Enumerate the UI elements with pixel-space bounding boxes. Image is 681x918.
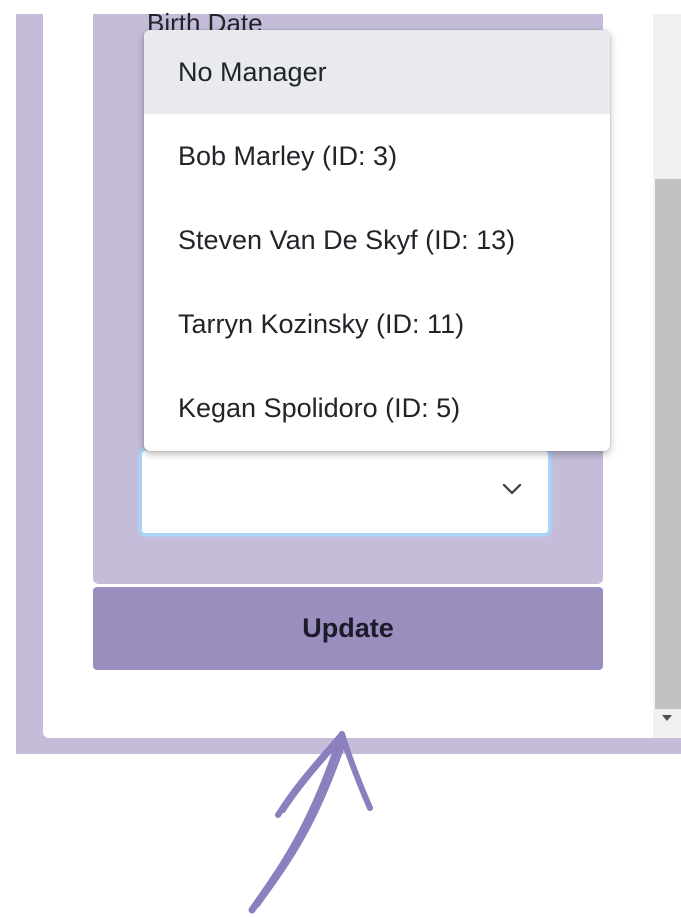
scroll-thumb[interactable] (655, 179, 681, 709)
option-no-manager[interactable]: No Manager (144, 30, 610, 114)
manager-dropdown-list: No Manager Bob Marley (ID: 3) Steven Van… (144, 30, 610, 451)
chevron-down-icon (502, 483, 522, 495)
option-tarryn-kozinsky[interactable]: Tarryn Kozinsky (ID: 11) (144, 282, 610, 366)
scrollbar[interactable] (653, 14, 681, 738)
manager-select[interactable] (139, 448, 551, 536)
option-bob-marley[interactable]: Bob Marley (ID: 3) (144, 114, 610, 198)
option-steven-van-de-skyf[interactable]: Steven Van De Skyf (ID: 13) (144, 198, 610, 282)
update-button[interactable]: Update (93, 587, 603, 670)
hand-drawn-arrow-icon (248, 731, 373, 914)
scroll-down-arrow-icon[interactable] (662, 715, 672, 721)
option-kegan-spolidoro[interactable]: Kegan Spolidoro (ID: 5) (144, 366, 610, 450)
